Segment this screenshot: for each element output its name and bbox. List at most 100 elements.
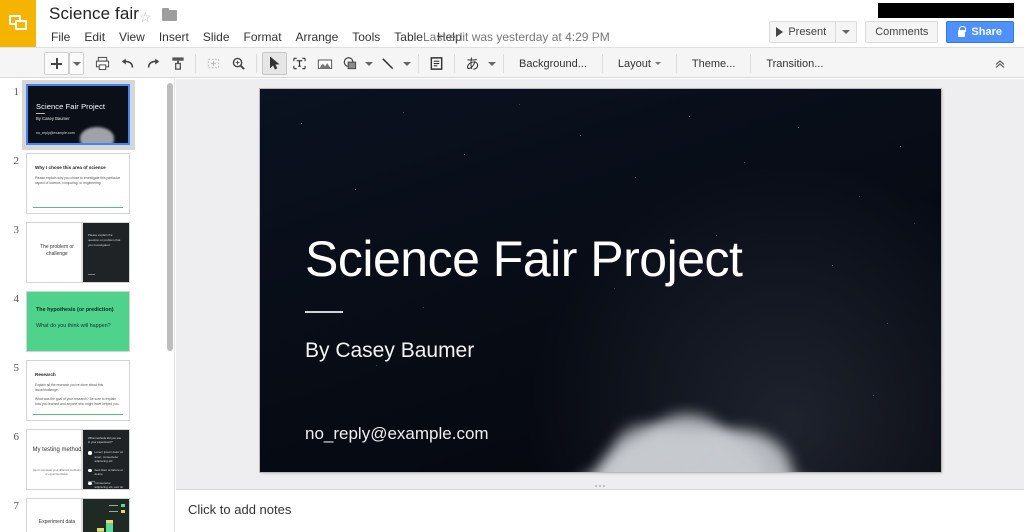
add-comment-button[interactable] <box>424 52 449 75</box>
slide-thumbnail-5[interactable]: Research Explain all the research you've… <box>26 360 130 421</box>
print-button[interactable] <box>90 52 115 75</box>
redo-button[interactable] <box>140 52 165 75</box>
thumb-heading-3: The problem or challenge <box>40 244 74 257</box>
transition-button[interactable]: Transition... <box>756 52 833 75</box>
undo-button[interactable] <box>115 52 140 75</box>
insert-image-button[interactable] <box>312 52 337 75</box>
play-triangle-icon <box>776 27 784 37</box>
menu-item-tools[interactable]: Tools <box>345 27 387 47</box>
slide-thumbnail-4[interactable]: The hypothesis (or prediction) What do y… <box>26 291 130 352</box>
menu-item-edit[interactable]: Edit <box>77 27 112 47</box>
theme-button[interactable]: Theme... <box>682 52 745 75</box>
thumb-panel-dash-3 <box>88 274 95 275</box>
slides-logo-glyph <box>8 15 28 32</box>
speaker-notes-placeholder[interactable]: Click to add notes <box>188 502 291 517</box>
slide-subtitle[interactable]: By Casey Baumer <box>305 339 474 363</box>
thumb-accent-line-5 <box>33 414 123 415</box>
menu-item-arrange[interactable]: Arrange <box>289 27 346 47</box>
cursor-arrow-icon <box>270 56 280 70</box>
last-edit-status[interactable]: Last edit was yesterday at 4:29 PM <box>423 30 610 44</box>
share-button[interactable]: Share <box>946 21 1014 43</box>
text-box-icon <box>293 57 306 70</box>
chevron-down-icon <box>364 61 373 66</box>
redacted-account-bar <box>878 3 1014 18</box>
plus-icon <box>51 58 62 69</box>
app-header: Science fair ☆ File Edit View Insert Sli… <box>0 0 1024 47</box>
collapse-toolbar-button[interactable] <box>988 52 1012 75</box>
thumb-heading-2: Why I chose this area of science <box>35 165 106 170</box>
paint-format-button[interactable] <box>165 52 190 75</box>
filmstrip-slide-6[interactable]: 6 My testing method Don't overstate your… <box>0 429 174 490</box>
slides-logo-icon[interactable] <box>0 0 36 47</box>
slide-filmstrip[interactable]: 1 Science Fair Project By Casey Baumer n… <box>0 79 175 532</box>
layout-button[interactable]: Layout <box>608 52 671 75</box>
chart-legend-line <box>109 505 118 506</box>
shape-dropdown[interactable] <box>362 52 375 75</box>
new-slide-button[interactable] <box>44 52 69 75</box>
speaker-notes-pane[interactable]: Click to add notes <box>176 484 1024 532</box>
menu-item-format[interactable]: Format <box>237 27 289 47</box>
thumb-heading-7: Experiment data <box>38 519 76 525</box>
slide-thumbnail-3[interactable]: The problem or challenge Please explain … <box>26 222 130 283</box>
menu-item-slide[interactable]: Slide <box>196 27 237 47</box>
thumb-panel-text-3: Please explain the question or problem t… <box>88 233 121 247</box>
zoom-button[interactable] <box>226 52 251 75</box>
present-button[interactable]: Present <box>769 21 837 43</box>
folder-icon[interactable] <box>162 8 177 21</box>
input-tools-button[interactable]: あ <box>460 52 485 75</box>
filmstrip-slide-3[interactable]: 3 The problem or challenge Please explai… <box>0 222 174 283</box>
shape-button[interactable] <box>337 52 362 75</box>
current-slide[interactable]: Science Fair Project By Casey Baumer no_… <box>260 89 941 472</box>
undo-arrow-icon <box>121 58 133 68</box>
slide-title[interactable]: Science Fair Project <box>305 234 743 284</box>
magnifier-icon <box>232 57 245 70</box>
background-button[interactable]: Background... <box>509 52 597 75</box>
filmstrip-scrollbar[interactable] <box>167 83 173 351</box>
select-tool-button[interactable] <box>262 52 287 75</box>
thumb-body-5b: What was the goal of your research? Be s… <box>35 397 120 407</box>
input-tools-dropdown[interactable] <box>485 52 498 75</box>
slide-thumbnail-7[interactable]: Experiment data <box>26 498 130 532</box>
menu-item-view[interactable]: View <box>112 27 152 47</box>
present-dropdown-button[interactable] <box>836 21 858 43</box>
add-comment-icon <box>430 57 443 70</box>
star-icon[interactable]: ☆ <box>139 10 152 24</box>
filmstrip-slide-4[interactable]: 4 The hypothesis (or prediction) What do… <box>0 291 174 352</box>
slide-canvas-area[interactable]: Science Fair Project By Casey Baumer no_… <box>176 79 1024 489</box>
filmstrip-slide-5[interactable]: 5 Research Explain all the research you'… <box>0 360 174 421</box>
text-box-button[interactable] <box>287 52 312 75</box>
thumb-dark-panel-3: Please explain the question or problem t… <box>81 223 129 282</box>
line-button[interactable] <box>375 52 400 75</box>
document-title[interactable]: Science fair <box>49 4 139 24</box>
slide-email[interactable]: no_reply@example.com <box>305 424 489 444</box>
double-chevron-up-icon <box>995 59 1005 68</box>
menu-item-insert[interactable]: Insert <box>152 27 196 47</box>
filmstrip-slide-7[interactable]: 7 Experiment data <box>0 498 174 532</box>
present-button-label: Present <box>788 26 827 38</box>
slide-thumbnail-6[interactable]: My testing method Don't overstate your d… <box>26 429 130 490</box>
chevron-down-icon <box>402 61 411 66</box>
comments-button[interactable]: Comments <box>865 21 939 43</box>
filmstrip-slide-1[interactable]: 1 Science Fair Project By Casey Baumer n… <box>0 80 174 150</box>
thumb-bullets-6: Lorem ipsum dolor sit amet, consectetur … <box>88 450 124 489</box>
chevron-down-icon <box>72 61 81 66</box>
thumb-bullet-item: Sed diam at labore et dolore <box>88 468 124 477</box>
menu-item-file[interactable]: File <box>44 27 77 47</box>
thumb-heading-5: Research <box>35 372 56 377</box>
filmstrip-slide-2[interactable]: 2 Why I chose this area of science Pleas… <box>0 153 174 214</box>
slide-title-rule <box>305 311 343 313</box>
slide-thumbnail-1[interactable]: Science Fair Project By Casey Baumer no_… <box>26 84 130 145</box>
bullet-dot-icon <box>88 451 92 455</box>
drag-handle-icon[interactable] <box>586 482 614 489</box>
thumb-bullet-item: Lorem ipsum dolor sit amet, consectetur … <box>88 450 124 464</box>
fit-to-window-button[interactable] <box>201 52 226 75</box>
new-slide-dropdown[interactable] <box>69 52 84 75</box>
slide-thumbnail-2[interactable]: Why I chose this area of science Please … <box>26 153 130 214</box>
thumb-panel-dash-6 <box>88 481 95 482</box>
menu-bar: File Edit View Insert Slide Format Arran… <box>44 27 469 47</box>
header-actions: Present Comments Share <box>769 21 1014 43</box>
bullet-dot-icon <box>88 468 92 472</box>
chevron-down-icon <box>842 30 851 34</box>
thumb-rule-1 <box>36 113 45 114</box>
line-dropdown[interactable] <box>400 52 413 75</box>
